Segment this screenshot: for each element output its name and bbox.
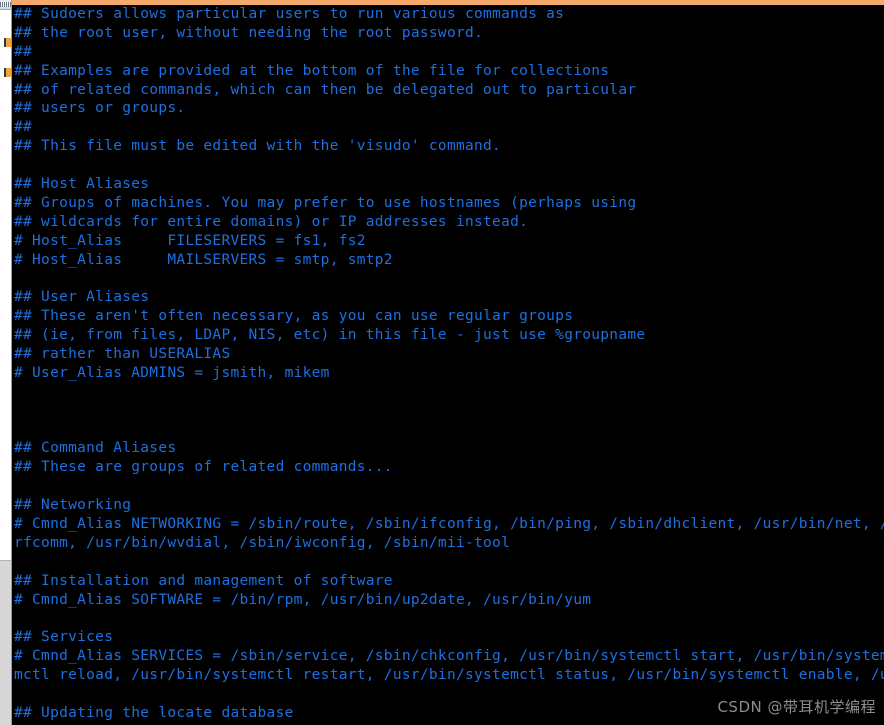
background-window-sliver[interactable] — [0, 0, 12, 725]
terminal-line: ## Sudoers allows particular users to ru… — [14, 6, 565, 22]
terminal-line: ## users or groups. — [14, 100, 186, 117]
terminal-line: ## (ie, from files, LDAP, NIS, etc) in t… — [14, 327, 646, 344]
terminal-line: # Host_Alias FILESERVERS = fs1, fs2 — [14, 232, 366, 249]
terminal-line: ## — [14, 43, 33, 60]
terminal-line: ## Networking — [14, 497, 132, 514]
background-window-scrollbar — [0, 2, 11, 7]
terminal-line: ## Installation and management of softwa… — [14, 572, 393, 589]
terminal-line: ## of related commands, which can then b… — [14, 81, 637, 98]
terminal-line: mctl reload, /usr/bin/systemctl restart,… — [14, 667, 884, 684]
terminal-line: # Host_Alias MAILSERVERS = smtp, smtp2 — [14, 251, 393, 268]
terminal-line: ## These aren't often necessary, as you … — [14, 308, 574, 325]
terminal-line: ## wildcards for entire domains) or IP a… — [14, 213, 529, 230]
terminal-line: ## Command Aliases — [14, 440, 177, 457]
terminal-line: rfcomm, /usr/bin/wvdial, /sbin/iwconfig,… — [14, 534, 511, 551]
terminal-line: ## Services — [14, 629, 114, 646]
terminal-line: # Cmnd_Alias SOFTWARE = /bin/rpm, /usr/b… — [14, 591, 592, 608]
csdn-watermark: CSDN @带耳机学编程 — [717, 698, 876, 716]
terminal-line: ## These are groups of related commands.… — [14, 459, 393, 476]
terminal-line: ## rather than USERALIAS — [14, 346, 231, 363]
terminal-line: ## User Aliases — [14, 289, 150, 306]
terminal-line: # Cmnd_Alias SERVICES = /sbin/service, /… — [14, 648, 884, 665]
terminal-line: ## Examples are provided at the bottom o… — [14, 62, 610, 79]
terminal-line: ## Host Aliases — [14, 176, 150, 193]
terminal-line: ## the root user, without needing the ro… — [14, 24, 484, 41]
terminal-line: ## — [14, 119, 33, 136]
terminal-line: # User_Alias ADMINS = jsmith, mikem — [14, 364, 330, 381]
screen: ## Sudoers allows particular users to ru… — [0, 0, 884, 725]
terminal-text-area[interactable]: ## Sudoers allows particular users to ru… — [12, 5, 884, 725]
window-edge-divider — [11, 0, 12, 725]
terminal-line: ## This file must be edited with the 'vi… — [14, 138, 502, 155]
terminal-line: # Cmnd_Alias NETWORKING = /sbin/route, /… — [14, 516, 884, 533]
terminal-line: ## Groups of machines. You may prefer to… — [14, 194, 637, 211]
terminal-window[interactable]: ## Sudoers allows particular users to ru… — [12, 0, 884, 725]
